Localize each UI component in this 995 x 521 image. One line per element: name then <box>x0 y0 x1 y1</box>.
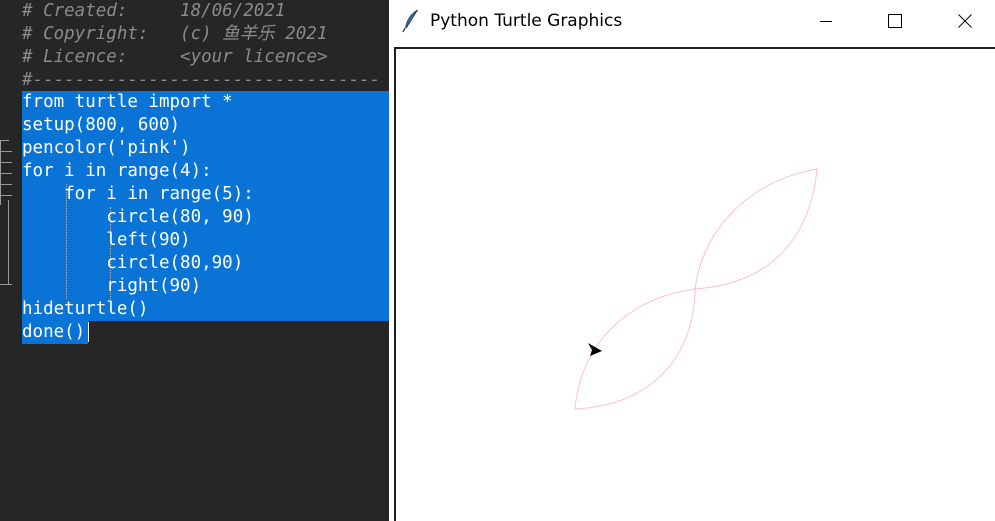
code-line[interactable]: right(90) <box>22 275 201 298</box>
code-line[interactable]: from turtle import * <box>22 91 233 114</box>
code-line[interactable]: circle(80, 90) <box>22 206 254 229</box>
turtle-drawing <box>574 168 818 410</box>
code-line[interactable]: done() <box>22 321 85 344</box>
code-line[interactable]: pencolor('pink') <box>22 137 191 160</box>
upper-petal <box>694 168 818 290</box>
code-line[interactable]: for i in range(5): <box>22 183 254 206</box>
comment-licence: # Licence: <your licence> <box>22 47 328 67</box>
maximize-button[interactable] <box>872 0 918 42</box>
code-line[interactable]: circle(80,90) <box>22 252 243 275</box>
code-editor[interactable]: # Created: 18/06/2021 # Copyright: (c) 鱼… <box>0 0 389 521</box>
comment-copyright: # Copyright: (c) 鱼羊乐 2021 <box>22 24 328 44</box>
code-line[interactable]: for i in range(4): <box>22 160 212 183</box>
turtle-graphics-window[interactable]: Python Turtle Graphics <box>389 0 995 521</box>
gutter-fold-marks <box>0 140 14 290</box>
comment-created: # Created: 18/06/2021 <box>22 1 286 21</box>
code-line[interactable]: hideturtle() <box>22 298 148 321</box>
code-line[interactable]: setup(800, 600) <box>22 114 180 137</box>
code-line[interactable]: left(90) <box>22 229 190 252</box>
window-titlebar[interactable]: Python Turtle Graphics <box>389 0 995 42</box>
close-button[interactable] <box>942 0 988 42</box>
comment-separator: #--------------------------------- <box>22 70 381 90</box>
close-icon <box>958 14 972 28</box>
text-cursor <box>88 322 89 342</box>
turtle-arrow-icon <box>588 343 602 356</box>
window-title: Python Turtle Graphics <box>430 11 623 31</box>
turtle-canvas[interactable] <box>394 47 995 521</box>
minimize-button[interactable] <box>803 0 849 42</box>
maximize-icon <box>888 14 902 28</box>
feather-icon <box>402 9 418 33</box>
minimize-icon <box>820 21 832 22</box>
